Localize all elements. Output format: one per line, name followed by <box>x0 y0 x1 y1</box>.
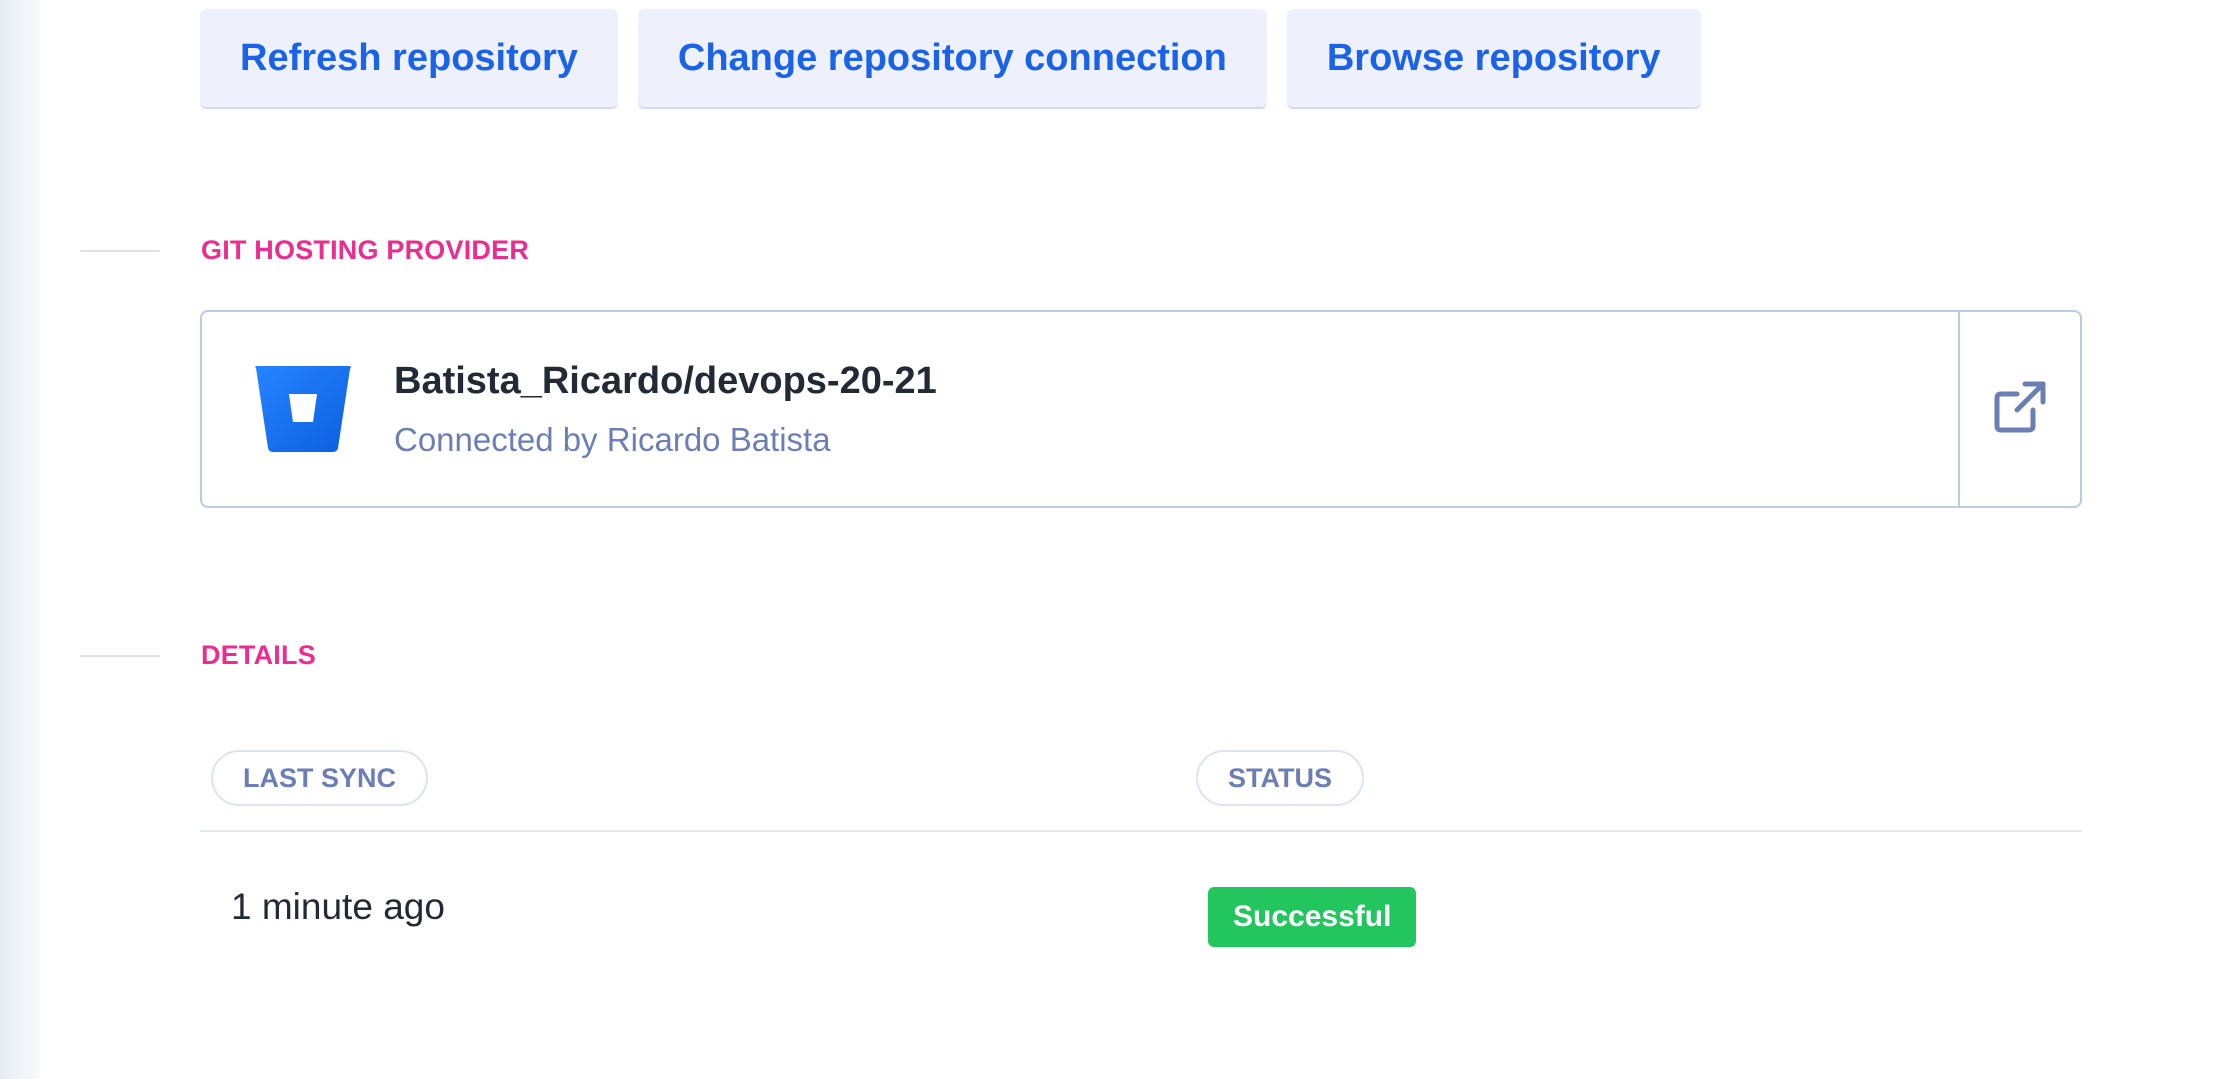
column-header-status[interactable]: STATUS <box>1196 750 1364 806</box>
repository-actions: Refresh repository Change repository con… <box>200 9 1701 109</box>
details-table-header: LAST SYNC STATUS <box>200 748 2082 832</box>
last-sync-value: 1 minute ago <box>231 886 445 927</box>
connected-by-label: Connected by Ricardo Batista <box>394 420 831 458</box>
external-link-icon <box>1993 380 2047 439</box>
provider-info: Batista_Ricardo/devops-20-21 Connected b… <box>202 312 1958 506</box>
details-header: DETAILS <box>80 640 316 671</box>
column-header-last-sync[interactable]: LAST SYNC <box>211 750 429 806</box>
repository-page: Refresh repository Change repository con… <box>0 0 2222 1079</box>
open-repository-link[interactable] <box>1958 312 2080 506</box>
bitbucket-icon <box>254 364 352 454</box>
browse-repository-button[interactable]: Browse repository <box>1286 9 1701 109</box>
refresh-repository-button[interactable]: Refresh repository <box>200 9 618 109</box>
provider-text: Batista_Ricardo/devops-20-21 Connected b… <box>394 360 937 459</box>
git-provider-card: Batista_Ricardo/devops-20-21 Connected b… <box>200 310 2082 508</box>
change-repository-connection-button[interactable]: Change repository connection <box>637 9 1267 109</box>
section-divider <box>80 249 160 252</box>
section-divider <box>80 654 160 657</box>
section-title: GIT HOSTING PROVIDER <box>201 235 530 265</box>
status-badge: Successful <box>1208 887 1417 947</box>
git-hosting-provider-header: GIT HOSTING PROVIDER <box>80 235 529 266</box>
repository-name: Batista_Ricardo/devops-20-21 <box>394 359 937 402</box>
section-title: DETAILS <box>201 640 316 670</box>
